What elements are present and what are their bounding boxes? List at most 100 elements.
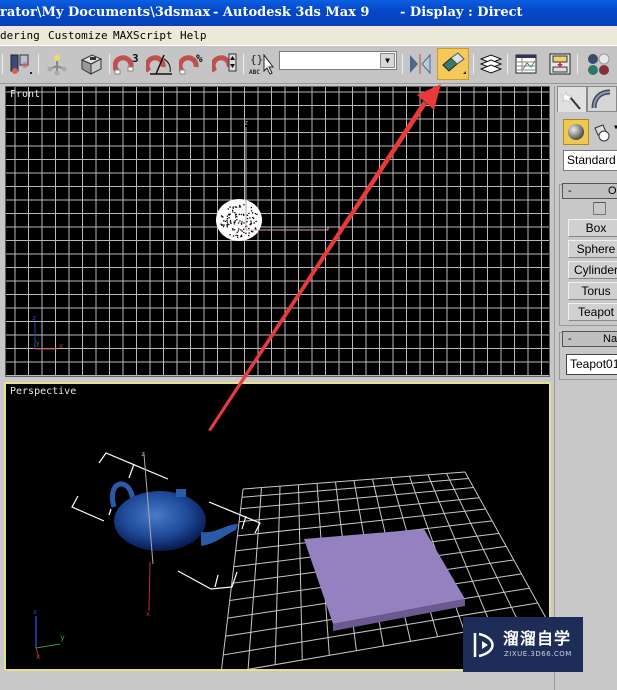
toolbar-separator <box>109 54 110 74</box>
grid-line <box>274 486 281 665</box>
grid-line <box>247 487 262 669</box>
box-render-icon <box>80 54 103 75</box>
hierarchy-button[interactable] <box>43 50 71 78</box>
autogrid-checkbox[interactable] <box>593 202 606 215</box>
object-type-rollout-header[interactable]: - Object Type <box>562 183 617 199</box>
material-editor-icon <box>588 53 610 75</box>
svg-text:z: z <box>141 450 145 458</box>
viewport-label-perspective[interactable]: Perspective <box>10 386 76 397</box>
front-grid: z z x y <box>6 87 549 376</box>
torus-button[interactable]: Torus <box>568 282 617 300</box>
layer-manager-button[interactable] <box>477 50 505 78</box>
svg-text:ABC: ABC <box>249 69 260 76</box>
svg-text:%: % <box>196 52 203 65</box>
menu-bar: dering Customize MAXScript Help <box>0 26 617 46</box>
grid-line <box>221 488 244 669</box>
lights-category-button[interactable]: ▾ <box>613 122 617 133</box>
named-selection-sets-dropdown[interactable]: ▼ <box>279 51 397 70</box>
svg-text:z: z <box>32 314 36 322</box>
watermark-title: 溜溜自学 <box>503 629 572 648</box>
mirror-button[interactable] <box>406 50 434 78</box>
grid-line <box>240 487 474 510</box>
schematic-view-button[interactable] <box>546 50 574 78</box>
sphere-icon <box>568 124 584 140</box>
watermark-url: ZIXUE.3D66.COM <box>504 650 572 658</box>
schematic-view-icon <box>549 53 571 75</box>
spinner-snap-button[interactable] <box>212 50 240 78</box>
name-color-rollout-header[interactable]: - Name and Color <box>562 331 617 347</box>
local-x-axis <box>148 561 151 612</box>
align-tool-icon <box>442 52 466 74</box>
angle-snap-button[interactable] <box>146 50 174 78</box>
toolbar-separator <box>577 54 578 74</box>
toolbar-separator <box>38 54 39 74</box>
grid-line <box>239 497 480 523</box>
viewport-label-front[interactable]: Front <box>10 89 40 100</box>
spinner-snap-icon <box>212 53 237 73</box>
edit-named-selection-button[interactable]: {} ABC <box>248 50 276 78</box>
shapes-icon <box>594 124 610 142</box>
svg-text:x: x <box>146 610 150 618</box>
snap-3d-icon: 3 <box>113 52 139 75</box>
shapes-category-button[interactable] <box>592 122 612 142</box>
plane-object <box>304 529 465 631</box>
grid-line <box>242 471 466 490</box>
percent-snap-icon: % <box>179 52 203 75</box>
modify-tab[interactable] <box>587 86 617 112</box>
create-tab[interactable] <box>557 86 587 112</box>
svg-text:x: x <box>59 342 63 350</box>
local-z-label: z <box>244 119 248 127</box>
watermark-badge: 溜溜自学 ZIXUE.3D66.COM <box>463 617 583 672</box>
box-button[interactable]: Box <box>568 219 617 237</box>
render-box-button[interactable] <box>77 50 105 78</box>
menu-maxscript[interactable]: MAXScript <box>113 26 173 46</box>
cylinder-button[interactable]: Cylinder <box>568 261 617 279</box>
title-app: - Autodesk 3ds Max 9 <box>213 5 370 20</box>
toolbar-separator <box>507 54 508 74</box>
material-editor-button[interactable] <box>584 50 612 78</box>
world-axis-tripod: z x y <box>32 314 63 350</box>
teapot-wireframe <box>216 199 262 241</box>
snap-toggle-button[interactable]: 3 <box>113 50 141 78</box>
curve-editor-icon <box>515 54 537 74</box>
viewport-front[interactable]: z z x y Front <box>5 86 550 377</box>
object-name-input[interactable]: Teapot01 <box>566 354 617 375</box>
create-wand-icon <box>560 90 581 110</box>
svg-text:z: z <box>33 608 37 616</box>
align-button[interactable] <box>7 50 35 78</box>
world-axis-tripod: z y x <box>33 608 65 661</box>
sphere-button[interactable]: Sphere <box>568 240 617 258</box>
align-icon <box>10 54 32 74</box>
title-path: rator\My Documents\3dsmax <box>0 5 211 20</box>
menu-customize[interactable]: Customize <box>48 26 108 46</box>
grid-line <box>241 478 469 498</box>
geometry-category-button[interactable] <box>563 119 589 145</box>
edit-named-selection-icon: {} ABC <box>249 53 274 76</box>
layer-manager-icon <box>479 54 503 74</box>
play-logo-icon <box>473 632 494 658</box>
toolbar-separator <box>243 54 244 74</box>
menu-help[interactable]: Help <box>180 26 207 46</box>
svg-text:y: y <box>60 633 65 642</box>
svg-text:x: x <box>36 653 40 661</box>
modify-bend-icon <box>591 89 611 109</box>
grid-line <box>298 484 303 661</box>
svg-text:{}: {} <box>250 53 263 66</box>
align-tool-button[interactable] <box>437 48 469 80</box>
hierarchy-icon <box>47 55 67 76</box>
category-dropdown[interactable]: Standard Primitives <box>563 150 617 171</box>
menu-rendering[interactable]: dering <box>0 26 40 46</box>
angle-snap-icon <box>146 54 172 75</box>
window-title-bar: rator\My Documents\3dsmax - Autodesk 3ds… <box>0 0 617 26</box>
mirror-icon <box>410 53 431 75</box>
teapot-object <box>109 481 238 551</box>
percent-snap-button[interactable]: % <box>179 50 207 78</box>
command-panel: ▾ Standard Primitives - Object Type Box … <box>554 86 617 690</box>
svg-text:y: y <box>36 340 40 347</box>
dropdown-arrow-icon[interactable]: ▼ <box>380 53 395 68</box>
main-toolbar: 3 % {} ABC ▼ <box>0 46 617 84</box>
toolbar-separator <box>2 54 3 74</box>
svg-text:3: 3 <box>132 52 139 65</box>
teapot-button[interactable]: Teapot <box>568 303 617 321</box>
curve-editor-button[interactable] <box>512 50 540 78</box>
